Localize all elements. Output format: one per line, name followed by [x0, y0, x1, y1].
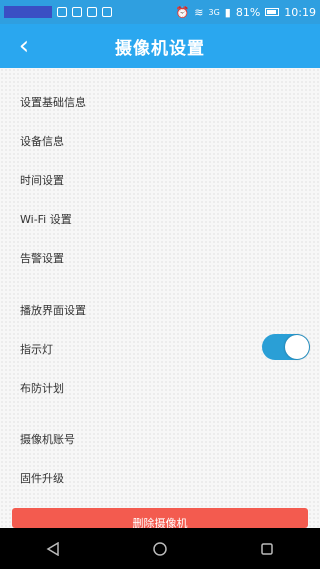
- system-nav-bar: [0, 528, 320, 569]
- menu-item-time[interactable]: 时间设置: [20, 172, 64, 188]
- notification-banner-icon: [4, 6, 52, 18]
- bag-icon: [72, 7, 82, 17]
- menu-item-basic-info[interactable]: 设置基础信息: [20, 94, 86, 110]
- toggle-knob: [285, 335, 309, 359]
- menu-item-playback-ui[interactable]: 播放界面设置: [20, 302, 86, 318]
- app-icon: [87, 7, 97, 17]
- menu-item-schedule[interactable]: 布防计划: [20, 380, 64, 396]
- network-type: 3G: [208, 7, 220, 17]
- back-triangle-icon[interactable]: [38, 534, 68, 564]
- wifi-icon: ≋: [194, 5, 204, 19]
- signal-icon: ▮: [224, 5, 231, 19]
- menu-item-firmware[interactable]: 固件升级: [20, 470, 64, 486]
- menu-item-alarm[interactable]: 告警设置: [20, 250, 64, 266]
- clock: 10:19: [284, 5, 316, 19]
- menu-item-device-info[interactable]: 设备信息: [20, 133, 64, 149]
- chevron-left-icon: ‹: [18, 31, 30, 61]
- menu-item-indicator: 指示灯: [20, 343, 53, 356]
- app-icon: [102, 7, 112, 17]
- home-circle-icon[interactable]: [145, 534, 175, 564]
- menu-item-wifi[interactable]: Wi-Fi 设置: [20, 211, 72, 227]
- page-title: 摄像机设置: [115, 38, 205, 59]
- delete-camera-label: 删除摄像机: [132, 517, 188, 528]
- delete-camera-button[interactable]: 删除摄像机: [12, 508, 308, 528]
- menu-item-account[interactable]: 摄像机账号: [20, 431, 75, 447]
- battery-icon: [265, 8, 280, 16]
- status-right: ⏰ ≋ 3G ▮ 81% 10:19: [176, 6, 316, 19]
- image-icon: [57, 7, 67, 17]
- battery-percent: 81%: [235, 5, 261, 19]
- status-left: [4, 6, 112, 18]
- status-bar: ⏰ ≋ 3G ▮ 81% 10:19: [0, 0, 320, 24]
- indicator-light-toggle[interactable]: [262, 334, 310, 360]
- app-bar: ‹ 摄像机设置: [0, 24, 320, 68]
- recent-apps-icon[interactable]: [252, 534, 282, 564]
- alarm-icon: ⏰: [175, 5, 190, 19]
- back-button[interactable]: ‹: [10, 24, 38, 68]
